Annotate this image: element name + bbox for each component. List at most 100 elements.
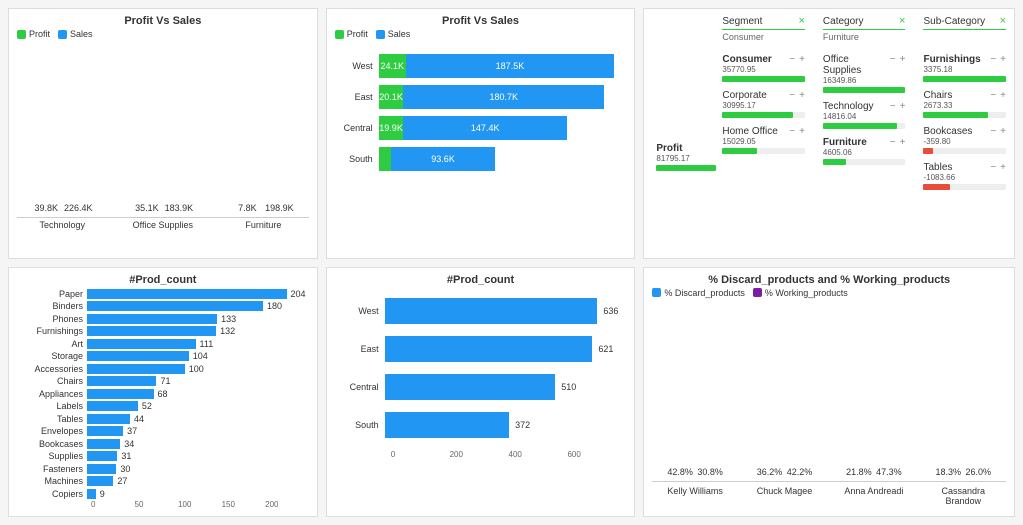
bar-row: Copiers9 (17, 488, 309, 500)
bar[interactable] (385, 298, 598, 324)
bar-row: Supplies31 (17, 450, 309, 462)
bar[interactable] (87, 414, 130, 424)
tree-node[interactable]: −+ Tables -1083.66 (923, 162, 1006, 190)
panel-decomposition-tree: Segment× Consumer −+ Consumer 35770.95 −… (643, 8, 1015, 259)
close-icon[interactable]: × (1000, 15, 1006, 27)
seg-sales[interactable]: 93.6K (391, 147, 495, 171)
minus-icon[interactable]: − (990, 54, 996, 65)
bar[interactable] (87, 464, 116, 474)
grouped-bar-chart: 42.8% 30.8% 36.2% 42.2% 21.8% 47.3% 18.3… (652, 302, 1006, 482)
close-icon[interactable]: × (899, 15, 905, 27)
tree-node[interactable]: −+ Furniture 4605.06 (823, 137, 906, 165)
tree-node[interactable]: −+ Corporate 30995.17 (722, 90, 805, 118)
horizontal-bar-chart: West636East621Central510South372 (335, 298, 627, 438)
bar[interactable] (87, 401, 138, 411)
x-axis: Kelly Williams Chuck Magee Anna Andreadi… (652, 482, 1006, 506)
bar[interactable] (385, 374, 556, 400)
bar[interactable] (87, 439, 120, 449)
horizontal-bar-chart: Paper204Binders180Phones133Furnishings13… (17, 288, 309, 500)
minus-icon[interactable]: − (789, 126, 795, 137)
bar-row: Accessories100 (17, 363, 309, 375)
bar-row: Central510 (335, 374, 627, 400)
bar[interactable] (87, 364, 185, 374)
plus-icon[interactable]: + (1000, 126, 1006, 137)
minus-icon[interactable]: − (890, 101, 896, 112)
legend-profit[interactable]: Profit (335, 29, 368, 39)
tree-node[interactable]: −+ Bookcases -359.80 (923, 126, 1006, 154)
plus-icon[interactable]: + (900, 101, 906, 112)
minus-icon[interactable]: − (990, 126, 996, 137)
bar-row: Tables44 (17, 413, 309, 425)
bar[interactable] (87, 289, 287, 299)
seg-sales[interactable]: 187.5K (406, 54, 614, 78)
minus-icon[interactable]: − (890, 54, 896, 65)
bar-row: Envelopes37 (17, 425, 309, 437)
bar[interactable] (87, 314, 217, 324)
tree-node[interactable]: −+ Consumer 35770.95 (722, 54, 805, 82)
plus-icon[interactable]: + (900, 54, 906, 65)
bar-row: East621 (335, 336, 627, 362)
bar[interactable] (87, 389, 154, 399)
plus-icon[interactable]: + (1000, 90, 1006, 101)
legend-working[interactable]: % Working_products (753, 288, 848, 298)
bar[interactable] (87, 451, 117, 461)
panel-title: #Prod_count (17, 274, 309, 286)
bar[interactable] (87, 301, 263, 311)
seg-profit[interactable]: 20.1K (379, 85, 404, 109)
panel-profit-vs-sales-category: Profit Vs Sales Profit Sales 39.8K 226.4… (8, 8, 318, 259)
plus-icon[interactable]: + (1000, 54, 1006, 65)
panel-title: Profit Vs Sales (17, 15, 309, 27)
bar-row: Bookcases34 (17, 438, 309, 450)
seg-profit[interactable]: 19.9K (379, 116, 404, 140)
bar-row: Machines27 (17, 475, 309, 487)
bar[interactable] (87, 326, 216, 336)
seg-sales[interactable]: 147.4K (403, 116, 566, 140)
tree-node[interactable]: −+ Chairs 2673.33 (923, 90, 1006, 118)
root-node[interactable]: Profit 81795.17 (656, 143, 716, 171)
bar[interactable] (87, 476, 113, 486)
bar[interactable] (87, 489, 96, 499)
bar[interactable] (87, 351, 189, 361)
tree-node[interactable]: −+ Office Supplies 16349.86 (823, 54, 906, 93)
bar-row: Binders180 (17, 300, 309, 312)
bar[interactable] (87, 426, 123, 436)
bar-row: Furnishings132 (17, 325, 309, 337)
minus-icon[interactable]: − (789, 54, 795, 65)
legend-discard[interactable]: % Discard_products (652, 288, 745, 298)
minus-icon[interactable]: − (789, 90, 795, 101)
bar[interactable] (87, 339, 196, 349)
plus-icon[interactable]: + (1000, 162, 1006, 173)
minus-icon[interactable]: − (990, 162, 996, 173)
plus-icon[interactable]: + (799, 54, 805, 65)
legend: Profit Sales (335, 29, 627, 39)
plus-icon[interactable]: + (900, 137, 906, 148)
tree-node[interactable]: −+ Furnishings 3375.18 (923, 54, 1006, 82)
seg-profit[interactable] (379, 147, 391, 171)
column-header-category[interactable]: Category× (823, 15, 906, 30)
bar[interactable] (385, 412, 509, 438)
legend-sales[interactable]: Sales (376, 29, 411, 39)
dashboard: Profit Vs Sales Profit Sales 39.8K 226.4… (8, 8, 1015, 517)
minus-icon[interactable]: − (890, 137, 896, 148)
seg-sales[interactable]: 180.7K (403, 85, 604, 109)
close-icon[interactable]: × (798, 15, 804, 27)
bar[interactable] (87, 376, 156, 386)
column-header-segment[interactable]: Segment× (722, 15, 805, 30)
seg-profit[interactable]: 24.1K (379, 54, 406, 78)
minus-icon[interactable]: − (990, 90, 996, 101)
vertical-bar-chart: 39.8K 226.4K 35.1K 183.9K 7.8K 198.9K (17, 43, 309, 218)
bar-row: Phones133 (17, 313, 309, 325)
legend-sales[interactable]: Sales (58, 29, 93, 39)
tree-node[interactable]: −+ Home Office 15029.05 (722, 126, 805, 154)
column-header-subcategory[interactable]: Sub-Category× (923, 15, 1006, 30)
bar-row: Art111 (17, 338, 309, 350)
tree-node[interactable]: −+ Technology 14816.04 (823, 101, 906, 129)
plus-icon[interactable]: + (799, 90, 805, 101)
legend-profit[interactable]: Profit (17, 29, 50, 39)
bar[interactable] (385, 336, 593, 362)
bar-row: South372 (335, 412, 627, 438)
bar-row: Chairs71 (17, 375, 309, 387)
plus-icon[interactable]: + (799, 126, 805, 137)
panel-title: % Discard_products and % Working_product… (652, 274, 1006, 286)
horizontal-stacked-chart: West24.1K187.5K East20.1K180.7K Central1… (335, 43, 627, 182)
